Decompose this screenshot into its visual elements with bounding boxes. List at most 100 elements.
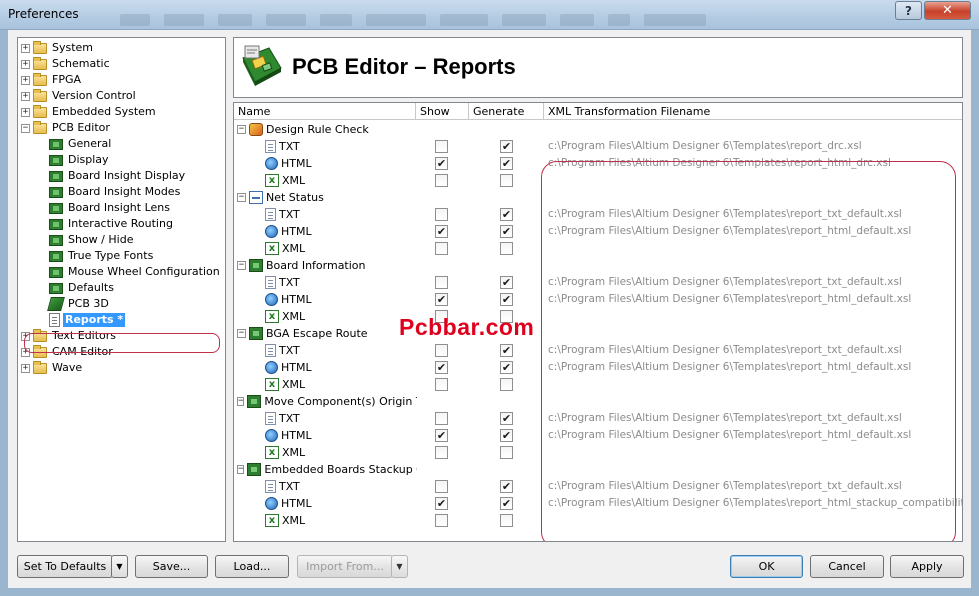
board-icon xyxy=(249,327,263,340)
tree-item[interactable]: + FPGA xyxy=(21,72,83,88)
collapse-icon[interactable]: − xyxy=(237,125,246,134)
show-checkbox[interactable] xyxy=(435,276,448,289)
generate-checkbox[interactable]: ✔ xyxy=(500,157,513,170)
text-file-icon xyxy=(265,344,276,357)
show-checkbox[interactable] xyxy=(435,344,448,357)
show-checkbox[interactable] xyxy=(435,208,448,221)
grid-header: Name Show Generate XML Transformation Fi… xyxy=(234,103,962,120)
tree-item[interactable]: Board Insight Lens xyxy=(49,200,172,216)
tree-item[interactable]: − PCB Editor xyxy=(21,120,112,136)
show-checkbox[interactable] xyxy=(435,378,448,391)
show-checkbox[interactable]: ✔ xyxy=(435,497,448,510)
generate-checkbox[interactable] xyxy=(500,514,513,527)
tree-item[interactable]: Board Insight Modes xyxy=(49,184,182,200)
expand-icon[interactable]: + xyxy=(21,91,30,101)
show-checkbox[interactable] xyxy=(435,242,448,255)
show-checkbox[interactable]: ✔ xyxy=(435,429,448,442)
report-format-label: TXT xyxy=(279,140,300,153)
folder-icon xyxy=(33,56,47,70)
generate-checkbox[interactable]: ✔ xyxy=(500,480,513,493)
tree-item-label: Board Insight Display xyxy=(68,169,186,182)
xsl-paths-highlight-annotation xyxy=(541,161,956,541)
collapse-icon[interactable]: − xyxy=(237,397,245,406)
generate-checkbox[interactable]: ✔ xyxy=(500,140,513,153)
generate-checkbox[interactable] xyxy=(500,378,513,391)
tree-item[interactable]: Board Insight Display xyxy=(49,168,187,184)
import-from-dropdown[interactable]: ▼ xyxy=(391,555,408,578)
import-from-button[interactable]: Import From... xyxy=(297,555,393,578)
tree-item[interactable]: Interactive Routing xyxy=(49,216,175,232)
column-header-name[interactable]: Name xyxy=(234,103,416,120)
expand-icon[interactable]: + xyxy=(21,43,30,53)
preferences-tree[interactable]: + System + Schematic + FPGA + Version Control + E… xyxy=(17,37,226,542)
generate-checkbox[interactable] xyxy=(500,174,513,187)
show-checkbox[interactable] xyxy=(435,514,448,527)
report-format-row[interactable]: TXT ✔ c:\Program Files\Altium Designer 6\T… xyxy=(234,138,962,155)
generate-checkbox[interactable]: ✔ xyxy=(500,225,513,238)
column-header-show[interactable]: Show xyxy=(416,103,469,120)
show-checkbox[interactable] xyxy=(435,140,448,153)
set-to-defaults-button[interactable]: Set To Defaults xyxy=(17,555,113,578)
html-globe-icon xyxy=(265,361,278,374)
tree-item[interactable]: PCB 3D xyxy=(47,296,111,312)
collapse-icon[interactable]: − xyxy=(237,329,246,338)
column-header-generate[interactable]: Generate xyxy=(469,103,544,120)
expand-icon[interactable]: + xyxy=(21,75,30,85)
close-button[interactable]: ✕ xyxy=(924,1,971,20)
tree-item[interactable]: + Wave xyxy=(21,360,84,376)
collapse-icon[interactable]: − xyxy=(237,193,246,202)
tree-item[interactable]: + Version Control xyxy=(21,88,138,104)
tree-item[interactable]: + Embedded System xyxy=(21,104,158,120)
generate-checkbox[interactable]: ✔ xyxy=(500,344,513,357)
report-group-name: Embedded Boards Stackup Co xyxy=(264,463,417,476)
expand-icon[interactable]: + xyxy=(21,107,30,117)
show-checkbox[interactable] xyxy=(435,446,448,459)
ok-button[interactable]: OK xyxy=(730,555,803,578)
tree-item[interactable]: Reports * xyxy=(49,312,126,328)
load-button[interactable]: Load... xyxy=(215,555,289,578)
collapse-icon[interactable]: − xyxy=(237,261,246,270)
tree-item[interactable]: + Schematic xyxy=(21,56,112,72)
tree-item-label: Defaults xyxy=(68,281,114,294)
show-checkbox[interactable]: ✔ xyxy=(435,293,448,306)
set-to-defaults-dropdown[interactable]: ▼ xyxy=(111,555,128,578)
tree-item[interactable]: Show / Hide xyxy=(49,232,135,248)
tree-item[interactable]: + System xyxy=(21,40,95,56)
tree-item[interactable]: Mouse Wheel Configuration xyxy=(49,264,222,280)
generate-checkbox[interactable]: ✔ xyxy=(500,429,513,442)
help-button[interactable]: ? xyxy=(895,1,922,20)
generate-checkbox[interactable] xyxy=(500,242,513,255)
show-checkbox[interactable]: ✔ xyxy=(435,157,448,170)
pcb-chip-icon xyxy=(49,218,63,230)
show-checkbox[interactable] xyxy=(435,174,448,187)
report-group-row[interactable]: − Design Rule Check xyxy=(234,121,962,138)
expand-icon[interactable]: + xyxy=(21,363,30,373)
save-button[interactable]: Save... xyxy=(135,555,208,578)
generate-checkbox[interactable]: ✔ xyxy=(500,276,513,289)
expand-icon[interactable]: + xyxy=(21,59,30,69)
tree-item[interactable]: Display xyxy=(49,152,111,168)
show-checkbox[interactable]: ✔ xyxy=(435,225,448,238)
show-checkbox[interactable] xyxy=(435,412,448,425)
show-checkbox[interactable]: ✔ xyxy=(435,361,448,374)
excel-xml-icon: x xyxy=(265,514,279,527)
cancel-button[interactable]: Cancel xyxy=(810,555,884,578)
generate-checkbox[interactable]: ✔ xyxy=(500,208,513,221)
apply-button[interactable]: Apply xyxy=(890,555,964,578)
show-checkbox[interactable] xyxy=(435,480,448,493)
generate-checkbox[interactable]: ✔ xyxy=(500,412,513,425)
generate-checkbox[interactable]: ✔ xyxy=(500,361,513,374)
tree-item[interactable]: True Type Fonts xyxy=(49,248,155,264)
html-globe-icon xyxy=(265,225,278,238)
collapse-icon[interactable]: − xyxy=(21,123,30,133)
column-header-xml-filename[interactable]: XML Transformation Filename xyxy=(544,103,962,120)
tree-item[interactable]: Defaults xyxy=(49,280,116,296)
generate-checkbox[interactable]: ✔ xyxy=(500,497,513,510)
report-format-label: HTML xyxy=(281,361,312,374)
xsl-filename[interactable]: c:\Program Files\Altium Designer 6\Templ… xyxy=(548,138,862,155)
generate-checkbox[interactable] xyxy=(500,446,513,459)
generate-checkbox[interactable]: ✔ xyxy=(500,293,513,306)
reports-grid[interactable]: Name Show Generate XML Transformation Fi… xyxy=(233,102,963,542)
tree-item[interactable]: General xyxy=(49,136,113,152)
collapse-icon[interactable]: − xyxy=(237,465,245,474)
